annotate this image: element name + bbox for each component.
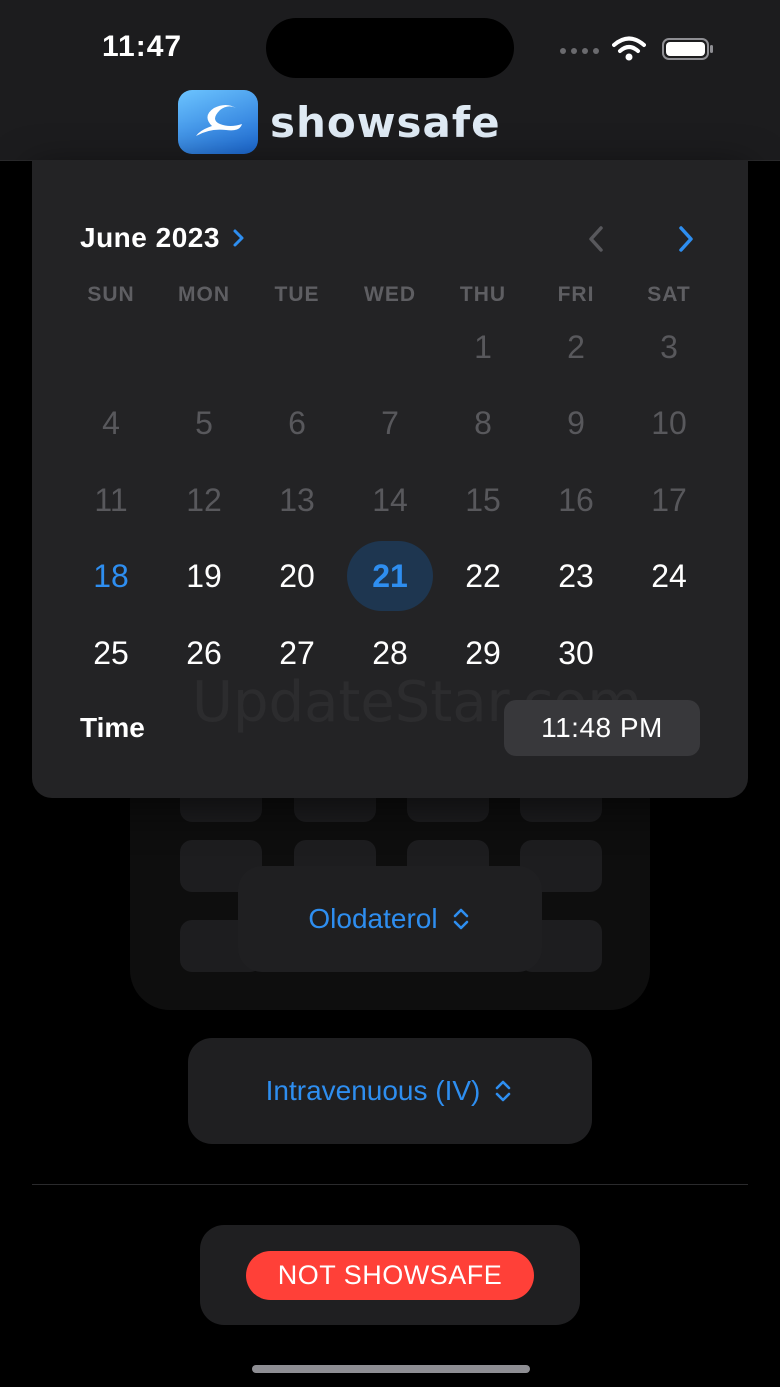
calendar-day: 17 [651, 482, 687, 518]
calendar-day[interactable]: 22 [436, 541, 530, 611]
battery-icon [662, 38, 713, 60]
calendar-day: 13 [279, 482, 315, 518]
time-picker-button[interactable]: 11:48 PM [504, 700, 700, 756]
calendar-day: 12 [186, 482, 222, 518]
weekday-label: TUE [274, 283, 320, 306]
calendar-day: 1 [474, 329, 492, 365]
home-indicator[interactable] [252, 1365, 530, 1373]
divider [32, 1184, 748, 1185]
weekday-label: SAT [647, 283, 691, 306]
calendar-day: 6 [288, 405, 306, 441]
calendar-day: 10 [651, 405, 687, 441]
route-picker-label: Intravenuous (IV) [265, 1075, 481, 1106]
status-time: 11:47 [102, 30, 183, 63]
calendar-day[interactable]: 25 [64, 618, 158, 688]
calendar-day: 4 [102, 405, 120, 441]
calendar-day[interactable]: 18 [64, 541, 158, 611]
signal-dots-icon [560, 48, 599, 54]
calendar-day: 5 [195, 405, 213, 441]
brand-logo-icon [178, 90, 258, 154]
calendar-day[interactable]: 19 [157, 541, 251, 611]
calendar-day[interactable]: 26 [157, 618, 251, 688]
time-label: Time [80, 712, 145, 743]
chevron-up-down-icon [453, 908, 468, 930]
drug-picker-button[interactable]: Olodaterol [238, 866, 542, 972]
result-panel: NOT SHOWSAFE [200, 1225, 580, 1325]
calendar-day[interactable]: 29 [436, 618, 530, 688]
chevron-right-icon [233, 229, 244, 247]
calendar-day[interactable]: 30 [529, 618, 623, 688]
brand-name: showsafe [270, 97, 501, 147]
calendar-day: 11 [94, 482, 128, 518]
brand-header: showsafe [178, 90, 501, 154]
month-label: June 2023 [80, 222, 220, 253]
calendar-day[interactable]: 27 [250, 618, 344, 688]
weekday-label: THU [459, 283, 507, 306]
chevron-up-down-icon [496, 1080, 511, 1102]
calendar-day[interactable]: 28 [343, 618, 437, 688]
weekday-label: MON [178, 283, 230, 306]
wifi-icon [612, 36, 646, 61]
calendar-day: 8 [474, 405, 492, 441]
calendar-day: 3 [660, 329, 678, 365]
calendar-day[interactable]: 23 [529, 541, 623, 611]
route-picker-button[interactable]: Intravenuous (IV) [188, 1038, 592, 1144]
calendar-day: 15 [465, 482, 501, 518]
next-month-button[interactable] [672, 222, 700, 256]
month-year-selector[interactable]: June 2023 [80, 222, 248, 254]
date-picker-popup: UpdateStar.com June 2023 SUNMONTUEWEDTHU… [32, 160, 748, 798]
calendar-day: 2 [567, 329, 585, 365]
calendar-day: 14 [372, 482, 408, 518]
calendar-day: 16 [558, 482, 594, 518]
weekday-label: FRI [557, 283, 595, 306]
calendar-day: 9 [567, 405, 585, 441]
drug-picker-label: Olodaterol [308, 903, 438, 934]
weekday-label: SUN [87, 283, 135, 306]
selected-day[interactable]: 21 [343, 541, 437, 611]
calendar-day[interactable]: 20 [250, 541, 344, 611]
top-bar: 11:47 showsafe [0, 0, 780, 161]
calendar-day[interactable]: 24 [622, 541, 716, 611]
calendar-day: 7 [381, 405, 399, 441]
weekday-label: WED [364, 283, 416, 306]
status-badge: NOT SHOWSAFE [245, 1250, 535, 1300]
dynamic-island [266, 18, 514, 78]
previous-month-button[interactable] [582, 222, 610, 256]
